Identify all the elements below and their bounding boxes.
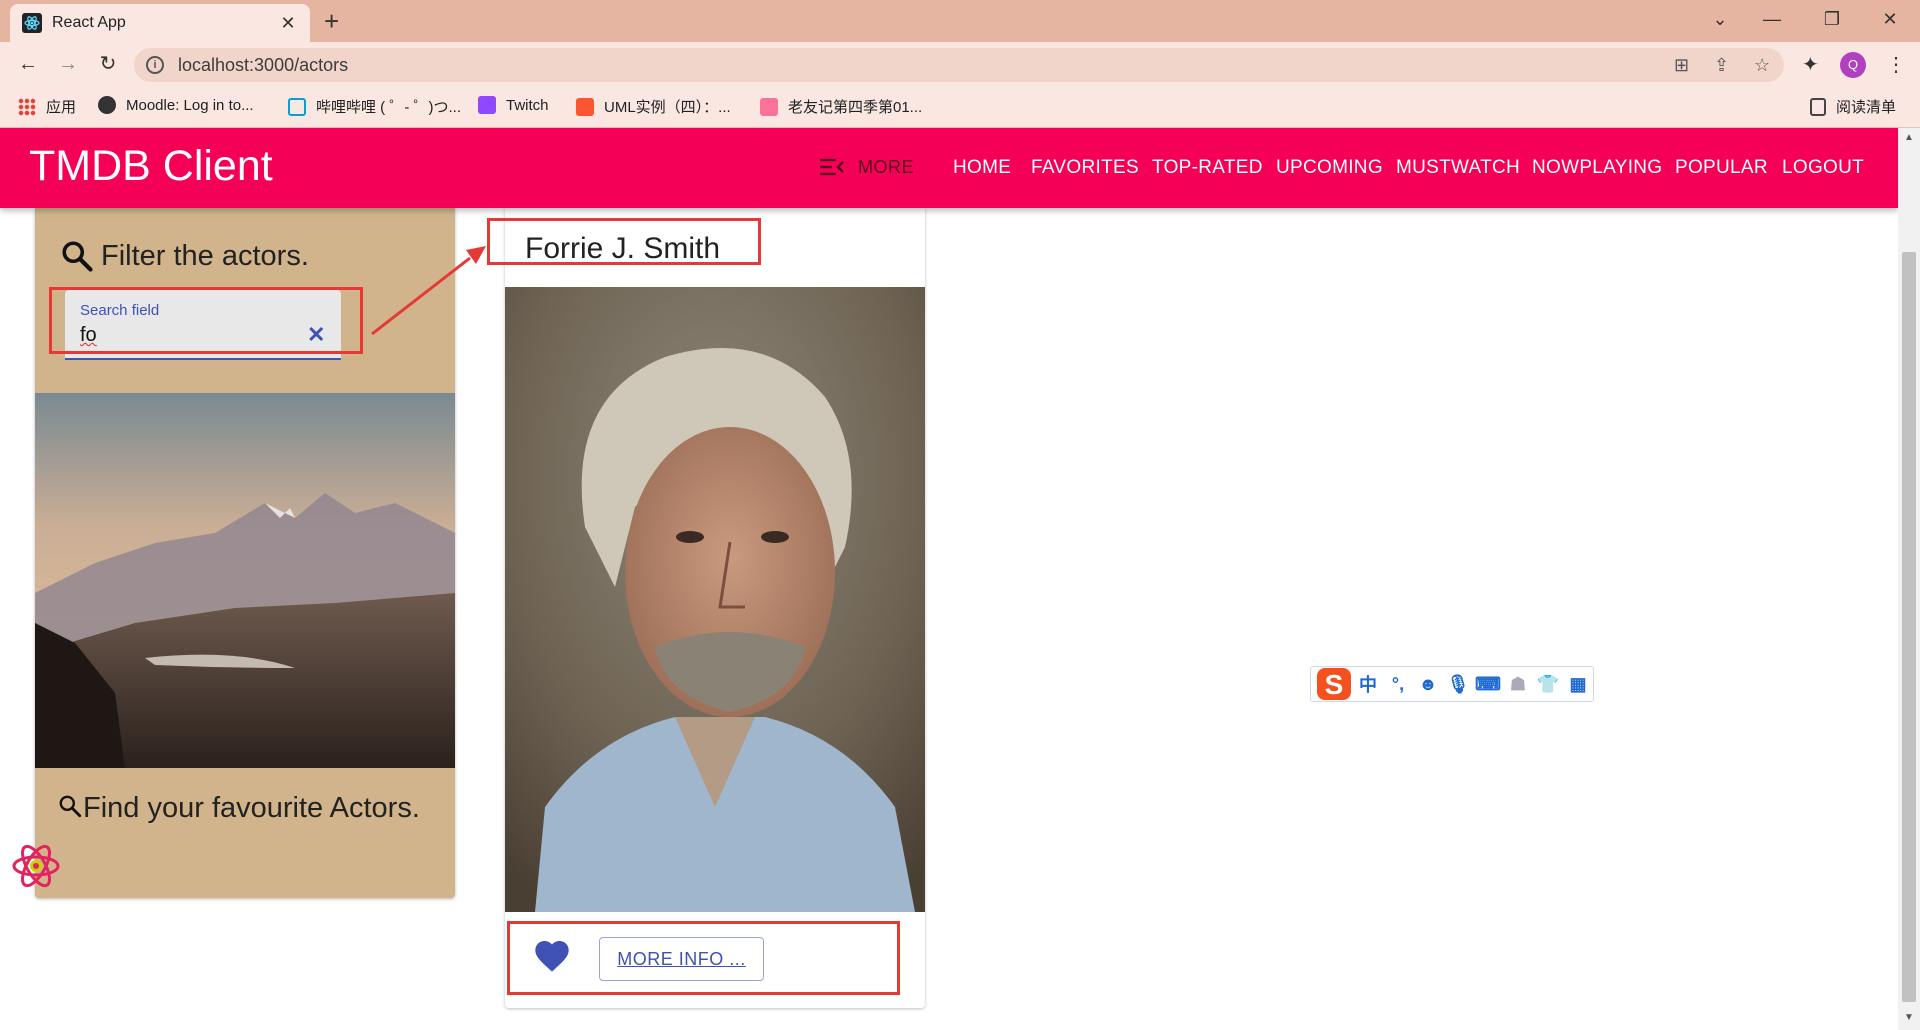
twitch-icon (478, 96, 496, 114)
csdn-icon (576, 97, 594, 116)
page-viewport: Filter the actors. Search field fo ✕ Fin… (0, 128, 1920, 1030)
search-small-icon (59, 795, 82, 818)
new-tab-icon[interactable]: + (324, 6, 339, 36)
extensions-icon[interactable]: ✦ (1802, 52, 1819, 77)
filter-title: Filter the actors. (59, 238, 309, 274)
nav-mustwatch[interactable]: MUSTWATCH (1396, 157, 1520, 179)
find-favourite-label: Find your favourite Actors. (83, 792, 420, 824)
tab-close-icon[interactable]: ✕ (278, 13, 298, 34)
app-bar: TMDB Client MORE HOME FAVORITES TOP-RATE… (0, 128, 1898, 208)
tab-search-chevron-icon[interactable]: ⌄ (1700, 6, 1740, 32)
actor-card: Forrie J. Smith MORE INFO ... (505, 208, 925, 1008)
landscape-image (35, 393, 455, 768)
emoji-icon[interactable]: ☻ (1413, 674, 1443, 695)
svg-text:S: S (1325, 669, 1344, 700)
filter-title-text: Filter the actors. (101, 239, 309, 272)
browser-tab[interactable]: React App ✕ (10, 4, 310, 42)
bookmark-friends[interactable]: 老友记第四季第01... (760, 96, 922, 117)
scroll-up-icon[interactable]: ▲ (1904, 132, 1914, 143)
app-brand[interactable]: TMDB Client (29, 142, 273, 191)
bookmark-bilibili[interactable]: 哔哩哔哩 ( ゜- ゜)つ... (288, 96, 461, 117)
actor-photo (505, 287, 925, 912)
bookmark-moodle[interactable]: Moodle: Log in to... (98, 96, 254, 114)
close-window-icon[interactable]: ✕ (1870, 6, 1910, 32)
bilibili-pink-icon (760, 97, 778, 116)
reload-icon[interactable]: ↻ (94, 50, 122, 78)
bilibili-icon (288, 97, 306, 116)
moodle-icon (98, 96, 116, 114)
back-icon[interactable]: ← (14, 50, 42, 78)
page-scrollbar[interactable]: ▲ ▼ (1898, 128, 1920, 1030)
user-icon[interactable]: ☗ (1503, 674, 1533, 695)
scrollbar-thumb[interactable] (1902, 252, 1916, 1002)
annotation-box-actions (507, 921, 900, 995)
forward-icon[interactable]: → (54, 50, 82, 78)
menu-open-icon[interactable] (818, 154, 844, 180)
skin-shirt-icon[interactable]: 👕 (1533, 674, 1563, 695)
site-info-icon[interactable]: i (146, 56, 164, 74)
browser-menu-icon[interactable]: ⋮ (1886, 52, 1906, 77)
react-favicon-icon (22, 13, 42, 33)
find-favourite-text: Find your favourite Actors. (57, 788, 437, 828)
annotation-box-search (49, 287, 363, 354)
ime-toolbar[interactable]: S 中 °, ☻ 🎙 ⌨ ☗ 👕 ▦ (1310, 666, 1594, 702)
annotation-box-name (487, 218, 761, 265)
minimize-icon[interactable]: — (1752, 6, 1792, 32)
ime-punctuation[interactable]: °, (1383, 674, 1413, 695)
scroll-down-icon[interactable]: ▼ (1904, 1012, 1914, 1023)
reading-list-icon (1810, 97, 1826, 116)
react-devtools-logo-icon[interactable] (10, 840, 62, 892)
nav-nowplaying[interactable]: NOWPLAYING (1532, 157, 1662, 179)
translate-icon[interactable]: ⊞ (1674, 55, 1689, 76)
bookmark-apps[interactable]: 应用 (18, 96, 76, 117)
ime-chinese-mode[interactable]: 中 (1353, 671, 1383, 697)
bookmark-uml[interactable]: UML实例（四）：... (576, 96, 731, 117)
keyboard-icon[interactable]: ⌨ (1473, 674, 1503, 695)
address-bar[interactable]: i localhost:3000/actors ⊞ ⇪ ☆ (134, 48, 1784, 82)
search-icon (62, 241, 93, 272)
profile-avatar[interactable]: Q (1840, 52, 1866, 78)
browser-tab-bar: React App ✕ + ⌄ — ❐ ✕ (0, 0, 1920, 42)
nav-logout[interactable]: LOGOUT (1782, 157, 1864, 179)
nav-favorites[interactable]: FAVORITES (1031, 157, 1139, 179)
tab-title: React App (52, 14, 126, 31)
nav-upcoming[interactable]: UPCOMING (1276, 157, 1383, 179)
microphone-icon[interactable]: 🎙 (1443, 674, 1473, 695)
share-icon[interactable]: ⇪ (1714, 55, 1729, 76)
reading-list[interactable]: 阅读清单 (1810, 96, 1896, 117)
toolbox-grid-icon[interactable]: ▦ (1563, 674, 1593, 695)
sogou-logo-icon: S (1317, 668, 1351, 700)
bookmarks-bar: 应用 Moodle: Log in to... 哔哩哔哩 ( ゜- ゜)つ...… (0, 86, 1920, 128)
restore-icon[interactable]: ❐ (1812, 6, 1852, 32)
browser-toolbar: ← → ↻ i localhost:3000/actors ⊞ ⇪ ☆ ✦ Q … (0, 42, 1920, 86)
nav-popular[interactable]: POPULAR (1675, 157, 1768, 179)
nav-home[interactable]: HOME (953, 157, 1011, 179)
url-text[interactable]: localhost:3000/actors (178, 55, 348, 76)
bookmark-twitch[interactable]: Twitch (478, 96, 549, 114)
bookmark-star-icon[interactable]: ☆ (1754, 55, 1770, 76)
apps-grid-icon (18, 97, 36, 116)
nav-top-rated[interactable]: TOP-RATED (1152, 157, 1263, 179)
annotation-arrow (371, 246, 486, 336)
more-menu-button[interactable]: MORE (858, 157, 914, 178)
